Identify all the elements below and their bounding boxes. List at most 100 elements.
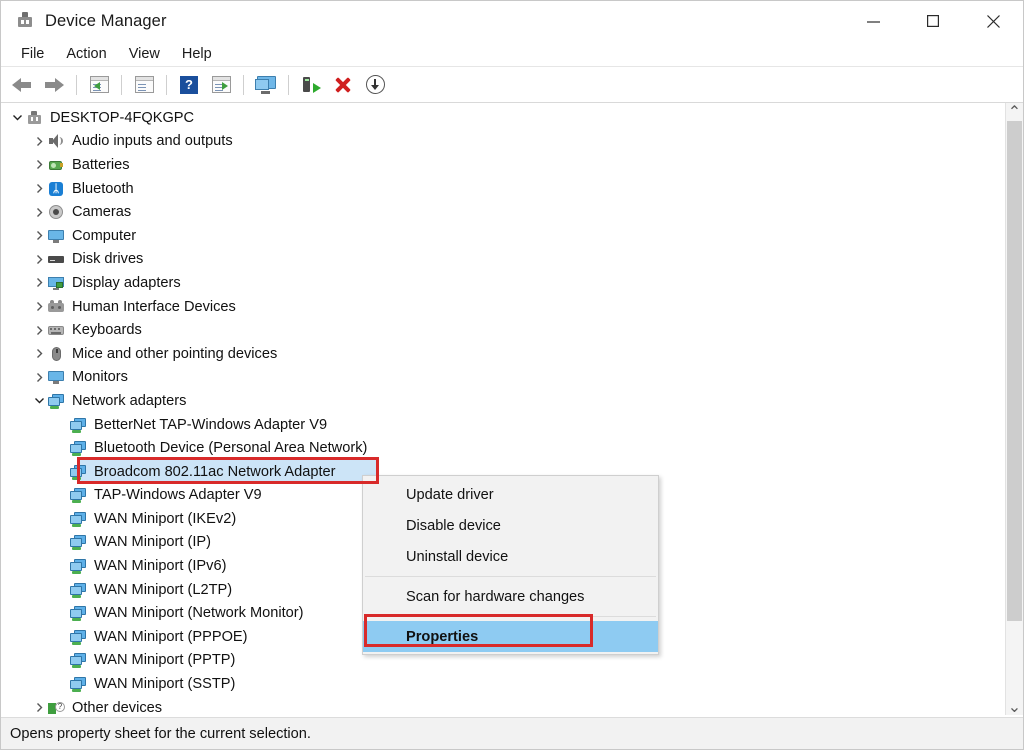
network-adapter-icon [69, 629, 87, 645]
device-manager-icon [15, 11, 35, 31]
forward-button[interactable] [39, 71, 69, 99]
tree-row[interactable]: ᛦ Bluetooth [1, 177, 1005, 201]
scrollbar-thumb[interactable] [1007, 121, 1022, 621]
network-adapter-icon [69, 558, 87, 575]
context-menu[interactable]: Update driver Disable device Uninstall dev… [362, 475, 659, 655]
tree-row[interactable]: Display adapters [1, 271, 1005, 295]
context-menu-item[interactable]: Disable device [363, 510, 658, 541]
tree-row[interactable]: WAN Miniport (SSTP) [1, 672, 1005, 696]
update-driver-button[interactable] [129, 71, 159, 99]
tree-row[interactable]: Human Interface Devices [1, 295, 1005, 319]
driver-window-icon [134, 76, 154, 93]
install-button[interactable] [360, 71, 390, 99]
network-adapter-icon [69, 464, 87, 480]
network-adapter-icon [69, 417, 87, 433]
properties-button[interactable] [84, 71, 114, 99]
chevron-down-icon[interactable] [9, 110, 25, 126]
device-manager-window: Device Manager File Action View Help ? D… [0, 0, 1024, 750]
tree-row[interactable]: Cameras [1, 200, 1005, 224]
tree-row[interactable]: Disk drives [1, 248, 1005, 272]
scroll-up-button[interactable]: ⌃ [1006, 103, 1023, 121]
tree-row[interactable]: Batteries [1, 153, 1005, 177]
menu-action[interactable]: Action [55, 44, 117, 64]
status-text: Opens property sheet for the current sel… [10, 725, 311, 742]
menu-file[interactable]: File [10, 44, 55, 64]
vertical-scrollbar[interactable]: ⌃ ⌄ [1005, 103, 1023, 715]
close-button[interactable] [963, 1, 1023, 41]
tree-row-label: Display adapters [72, 274, 181, 291]
title-bar: Device Manager [1, 1, 1023, 41]
tree-row-label: Broadcom 802.11ac Network Adapter [94, 463, 336, 480]
tree-row-label: Monitors [72, 369, 128, 386]
chevron-down-icon[interactable] [31, 393, 47, 409]
tree-row[interactable]: Network adapters [1, 389, 1005, 413]
tree-row-label: Batteries [72, 156, 130, 173]
back-arrow-icon [11, 77, 33, 93]
tree-row[interactable]: Keyboards [1, 318, 1005, 342]
tower-add-icon [301, 76, 321, 94]
scroll-down-button[interactable]: ⌄ [1006, 698, 1023, 716]
context-menu-item[interactable]: Properties [363, 621, 658, 652]
battery-icon [47, 157, 65, 173]
help-button[interactable]: ? [174, 71, 204, 99]
tree-root-row[interactable]: DESKTOP-4FQKGPC [1, 106, 1005, 130]
scan-hardware-button[interactable] [251, 71, 281, 99]
menu-view[interactable]: View [118, 44, 171, 64]
maximize-button[interactable] [903, 1, 963, 41]
tree-row-label: WAN Miniport (PPPOE) [94, 628, 248, 645]
tree-row-label: Computer [72, 227, 137, 244]
tree-row[interactable]: Bluetooth Device (Personal Area Network) [1, 436, 1005, 460]
chevron-right-icon[interactable] [31, 299, 47, 315]
context-menu-item[interactable]: Update driver [363, 479, 658, 510]
tree-row-label: DESKTOP-4FQKGPC [50, 109, 195, 126]
chevron-right-icon[interactable] [31, 133, 47, 149]
chevron-right-icon[interactable] [31, 275, 47, 291]
tree-row-label: TAP-Windows Adapter V9 [94, 487, 262, 504]
chevron-right-icon[interactable] [31, 228, 47, 244]
tree-row-label: WAN Miniport (IP) [94, 534, 212, 551]
tree-row[interactable]: Monitors [1, 366, 1005, 390]
tree-row[interactable]: ? Other devices [1, 696, 1005, 715]
minimize-button[interactable] [843, 1, 903, 41]
add-legacy-hardware-button[interactable] [296, 71, 326, 99]
chevron-right-icon[interactable] [31, 157, 47, 173]
back-button[interactable] [7, 71, 37, 99]
keyboard-icon [47, 322, 65, 338]
network-adapter-icon [69, 487, 87, 504]
tree-row[interactable]: Computer [1, 224, 1005, 248]
tree-row-label: WAN Miniport (IKEv2) [94, 510, 237, 527]
chevron-right-icon[interactable] [31, 204, 47, 220]
tree-row-label: WAN Miniport (L2TP) [94, 581, 233, 598]
tree-row[interactable]: Mice and other pointing devices [1, 342, 1005, 366]
tree-row[interactable]: BetterNet TAP-Windows Adapter V9 [1, 413, 1005, 437]
chevron-right-icon[interactable] [31, 181, 47, 197]
network-adapter-icon [69, 605, 87, 622]
context-menu-item[interactable]: Uninstall device [363, 541, 658, 572]
chevron-right-icon[interactable] [31, 251, 47, 267]
tree-row-label: WAN Miniport (PPTP) [94, 652, 236, 669]
enable-device-button[interactable] [206, 71, 236, 99]
tree-row-label: Network adapters [72, 392, 187, 409]
tree-row-label: Disk drives [72, 251, 144, 268]
chevron-right-icon[interactable] [31, 369, 47, 385]
context-menu-item[interactable]: Scan for hardware changes [363, 581, 658, 612]
toolbar-separator [288, 74, 289, 95]
menu-help[interactable]: Help [171, 44, 223, 64]
chevron-right-icon[interactable] [31, 322, 47, 338]
uninstall-device-button[interactable] [328, 71, 358, 99]
chevron-right-icon[interactable] [31, 700, 47, 715]
chevron-right-icon[interactable] [31, 346, 47, 362]
window-controls [843, 1, 1023, 41]
network-adapter-icon [47, 393, 65, 409]
toolbar-separator [121, 74, 122, 95]
tree-row[interactable]: Audio inputs and outputs [1, 130, 1005, 154]
status-bar: Opens property sheet for the current sel… [1, 717, 1023, 749]
